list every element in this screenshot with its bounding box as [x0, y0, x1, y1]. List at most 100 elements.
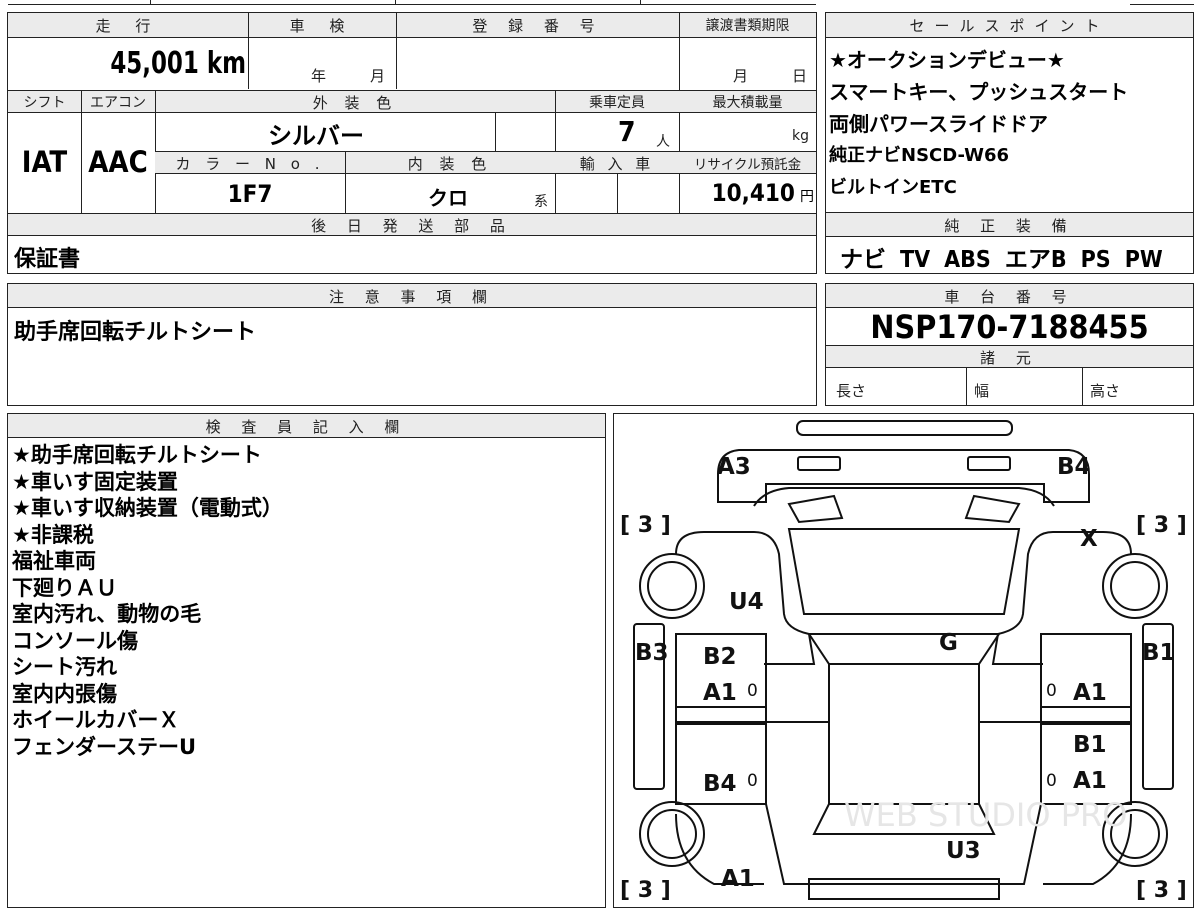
inspection-label: 車 検 — [289, 17, 355, 35]
exterior-color-label: 外 装 色 — [312, 94, 398, 112]
sales-point-item: スマートキー、プッシュスタート — [829, 80, 1129, 104]
width-label: 幅 — [974, 382, 990, 400]
inspector-line: ★非課税 — [12, 522, 94, 547]
interior-color-label: 内 装 色 — [407, 155, 493, 173]
inspection-year-unit: 年 — [311, 67, 327, 85]
capacity-value: 7 — [618, 115, 636, 148]
mark-center: G — [939, 630, 958, 656]
top-cutoff-strip — [0, 0, 1200, 6]
inspector-panel: 検 査 員 記 入 欄 ★助手席回転チルトシート ★車いす固定装置 ★車いす収納… — [7, 413, 606, 908]
notes-panel: 注 意 事 項 欄 助手席回転チルトシート — [7, 283, 817, 406]
color-no-value: 1F7 — [227, 180, 273, 208]
transfer-day-unit: 日 — [792, 67, 808, 85]
mark-right-front-door: A1 — [1073, 680, 1107, 706]
car-body-diagram: [ 3 ] [ 3 ] [ 3 ] [ 3 ] A3 B4 X U4 G B3 … — [620, 420, 1187, 903]
zero-mark: 0 — [1046, 771, 1057, 791]
inspector-line: ホイールカバーＸ — [12, 708, 180, 732]
inspection-month-unit: 月 — [370, 67, 386, 85]
height-label: 高さ — [1090, 382, 1121, 400]
equipment-list: ナビ TV ABS エアB PS PW — [840, 240, 1163, 274]
chassis-label: 車 台 番 号 — [944, 288, 1075, 306]
mark-left-front-door-1: B2 — [703, 644, 737, 670]
sales-point-item: 両側パワースライドドア — [829, 112, 1048, 136]
interior-color-value: クロ — [428, 186, 468, 210]
notes-value: 助手席回転チルトシート — [14, 320, 257, 345]
mark-front-right-wheel: X — [1080, 526, 1098, 552]
mark-front-right: B4 — [1057, 454, 1091, 480]
ac-value: AAC — [88, 145, 148, 179]
inspector-line: コンソール傷 — [12, 628, 138, 653]
mileage-label: 走 行 — [95, 17, 161, 35]
mark-front-left-pillar: U4 — [729, 589, 764, 615]
sales-points-label: セールスポイント — [909, 17, 1110, 35]
inspector-line: ★助手席回転チルトシート — [12, 443, 262, 467]
recycle-number: 10,410 — [711, 179, 795, 207]
inspector-line: ★車いす固定装置 — [12, 469, 178, 494]
exterior-color-value: シルバー — [268, 122, 364, 150]
max-load-label: 最大積載量 — [712, 95, 783, 111]
equipment-label: 純 正 装 備 — [944, 217, 1075, 235]
equipment-item: TV — [900, 247, 931, 273]
watermark: WEB STUDIO PRO — [844, 796, 1127, 834]
zero-mark: 0 — [1046, 681, 1057, 701]
shift-value: IAT — [21, 145, 68, 179]
sales-point-item: 純正ナビNSCD-W66 — [829, 145, 1010, 166]
tire-depth-front-left: [ 3 ] — [620, 513, 671, 538]
later-parts-label: 後 日 発 送 部 品 — [311, 217, 513, 235]
mark-left-front-door-2: A1 — [703, 680, 737, 706]
equipment-item: エアB — [1004, 247, 1067, 273]
mark-front-left: A3 — [717, 454, 751, 480]
specs-label: 諸 元 — [980, 349, 1039, 367]
recycle-unit: 円 — [800, 189, 814, 205]
inspector-line: ★車いす収納装置（電動式） — [12, 496, 283, 520]
inspector-line: シート汚れ — [12, 655, 117, 679]
chassis-panel: 車 台 番 号 NSP170-7188455 諸 元 長さ 幅 高さ — [825, 283, 1194, 406]
chassis-number: NSP170-7188455 — [870, 308, 1149, 346]
mark-right-rocker: B1 — [1142, 640, 1176, 666]
capacity-unit: 人 — [656, 134, 670, 150]
sales-point-item: ★オークションデビュー★ — [829, 48, 1065, 72]
mark-rear-left: A1 — [721, 866, 755, 892]
tire-depth-front-right: [ 3 ] — [1136, 513, 1187, 538]
mark-rear-center: U3 — [946, 838, 981, 864]
mileage-unit: km — [206, 46, 246, 81]
interior-color-suffix: 系 — [534, 194, 548, 210]
mark-left-rocker: B3 — [635, 640, 669, 666]
sales-points-list: ★オークションデビュー★ スマートキー、プッシュスタート 両側パワースライドドア… — [829, 44, 1128, 204]
recycle-label: リサイクル預託金 — [693, 157, 802, 173]
equipment-panel: 純 正 装 備 ナビ TV ABS エアB PS PW — [825, 212, 1194, 274]
sales-point-item: ビルトインETC — [829, 177, 957, 198]
ac-label: エアコン — [90, 95, 146, 111]
equipment-item: ABS — [944, 247, 991, 273]
inspector-line: フェンダーステーU — [12, 734, 197, 759]
later-parts-value: 保証書 — [14, 247, 81, 272]
inspector-line: 福祉車両 — [12, 549, 96, 573]
inspector-label: 検 査 員 記 入 欄 — [205, 418, 408, 436]
transfer-month-unit: 月 — [733, 67, 749, 85]
equipment-item: PW — [1124, 247, 1163, 273]
inspector-line: 室内汚れ、動物の毛 — [12, 602, 202, 626]
transfer-deadline-label: 譲渡書類期限 — [705, 18, 790, 34]
inspector-lines: ★助手席回転チルトシート ★車いす固定装置 ★車いす収納装置（電動式） ★非課税… — [12, 442, 283, 760]
damage-diagram-panel: [ 3 ] [ 3 ] [ 3 ] [ 3 ] A3 B4 X U4 G B3 … — [613, 413, 1194, 908]
registration-label: 登 録 番 号 — [472, 17, 603, 35]
inspector-line: 下廻りＡＵ — [12, 575, 117, 600]
shift-label: シフト — [23, 95, 66, 111]
zero-mark: 0 — [747, 771, 758, 791]
mark-right-rear-door-1: B1 — [1073, 732, 1107, 758]
max-load-unit: kg — [792, 128, 809, 144]
tire-depth-rear-right: [ 3 ] — [1136, 878, 1187, 903]
recycle-value: 10,410 円 — [679, 179, 814, 207]
mileage-number: 45,001 — [110, 46, 199, 81]
length-label: 長さ — [836, 382, 867, 400]
tire-depth-rear-left: [ 3 ] — [620, 878, 671, 903]
capacity-label: 乗車定員 — [589, 95, 645, 111]
equipment-item: ナビ — [840, 247, 886, 273]
import-label: 輸 入 車 — [579, 155, 655, 173]
color-no-label: カ ラ ー N o . — [175, 155, 325, 173]
sales-points-panel: セールスポイント ★オークションデビュー★ スマートキー、プッシュスタート 両側… — [825, 12, 1194, 213]
mark-left-rear-door: B4 — [703, 771, 737, 797]
vehicle-info-panel: 走 行 車 検 登 録 番 号 譲渡書類期限 45,001 km 年 月 月 日… — [7, 12, 817, 274]
mark-right-rear-door-2: A1 — [1073, 768, 1107, 794]
mileage-value: 45,001 km — [95, 46, 246, 81]
